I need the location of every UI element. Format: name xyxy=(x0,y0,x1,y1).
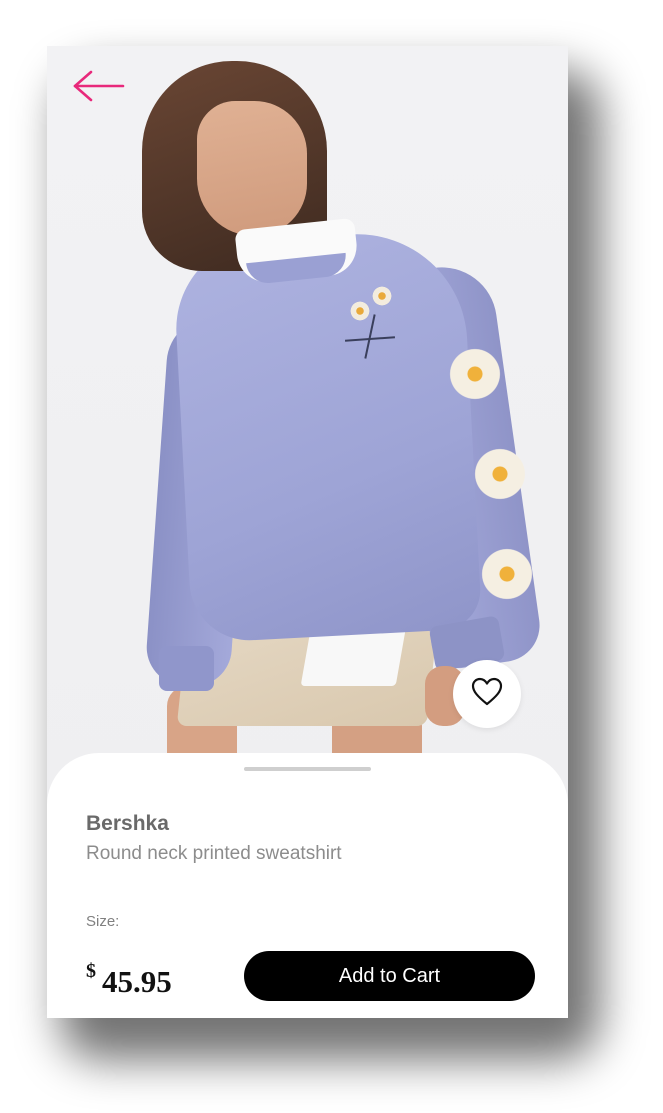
add-to-cart-button[interactable]: Add to Cart xyxy=(244,951,535,1001)
phone-screen: Bershka Round neck printed sweatshirt Si… xyxy=(47,46,568,1018)
size-label: Size: xyxy=(86,913,120,930)
sleeve-daisy-print xyxy=(472,446,528,502)
screenshot-stage: Bershka Round neck printed sweatshirt Si… xyxy=(0,0,663,1113)
product-details-sheet: Bershka Round neck printed sweatshirt Si… xyxy=(47,753,568,1018)
sweatshirt-cuff-left xyxy=(159,646,214,691)
price-currency: $ xyxy=(86,960,96,982)
sleeve-daisy-print xyxy=(447,346,503,402)
arrow-left-icon xyxy=(71,70,127,109)
sheet-drag-handle[interactable] xyxy=(244,767,371,771)
sleeve-daisy-print xyxy=(479,546,535,602)
favorite-button[interactable] xyxy=(453,660,521,728)
back-button[interactable] xyxy=(71,66,127,106)
model-face xyxy=(197,101,307,236)
sweatshirt-body xyxy=(171,228,483,644)
product-brand: Bershka xyxy=(86,812,169,835)
product-price: $ 45.95 xyxy=(86,961,172,999)
price-amount: 45.95 xyxy=(102,964,172,999)
embroidery-flower xyxy=(372,286,392,306)
heart-outline-icon xyxy=(471,677,503,712)
embroidery-flower xyxy=(350,301,370,321)
product-name: Round neck printed sweatshirt xyxy=(86,843,342,864)
